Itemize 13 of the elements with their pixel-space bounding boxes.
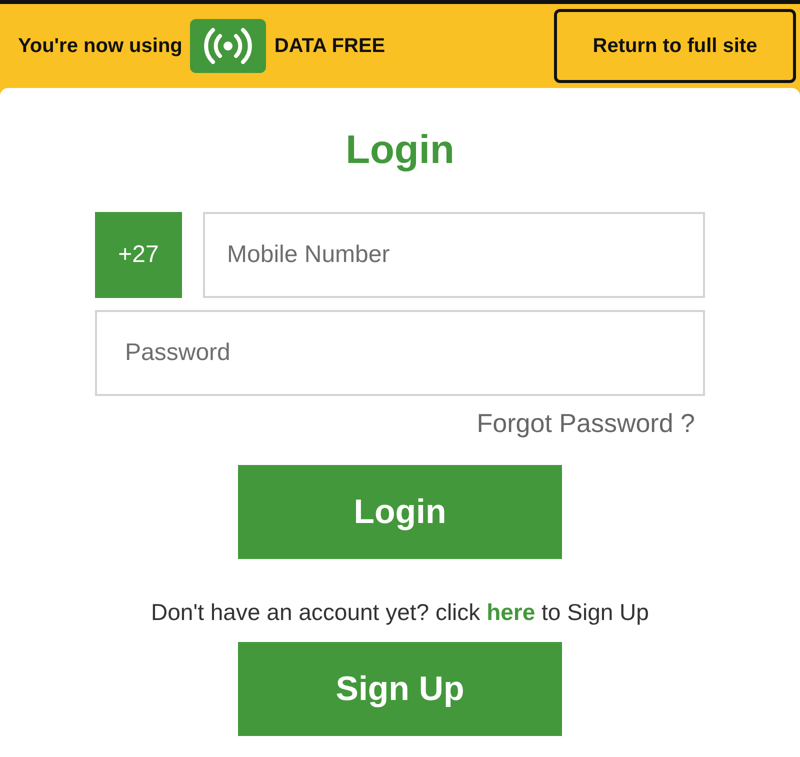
signup-button[interactable]: Sign Up [238,642,562,736]
country-code: +27 [95,212,182,298]
login-button[interactable]: Login [238,465,562,559]
login-title: Login [346,127,454,174]
data-free-label: DATA FREE [274,34,386,58]
signup-link[interactable]: here [486,599,536,625]
mobile-number-field[interactable]: Mobile Number [203,212,705,298]
forgot-password-link[interactable]: Forgot Password ? [476,408,695,439]
broadcast-icon [190,19,266,73]
return-button[interactable]: Return to full site [554,9,796,83]
password-field[interactable]: Password [95,310,705,396]
banner-text: You're now using [18,34,182,58]
signup-prompt: Don't have an account yet? click here to Sign Up [151,599,649,626]
